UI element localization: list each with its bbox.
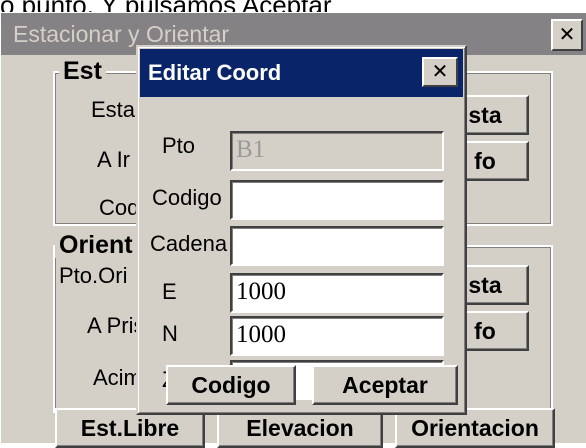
station-info-button-label: fo bbox=[474, 147, 496, 174]
azimuth-label: Acim bbox=[93, 365, 142, 390]
station-label: Esta bbox=[91, 97, 136, 122]
station-list-button-label: sta bbox=[468, 101, 502, 128]
main-close-button[interactable]: ✕ bbox=[551, 19, 583, 51]
orientation-group-legend: Orient bbox=[55, 232, 137, 258]
codigo-button-label: Codigo bbox=[191, 371, 271, 398]
codigo-button[interactable]: Codigo bbox=[166, 365, 296, 405]
elevation-button-label: Elevacion bbox=[246, 414, 354, 441]
cadena-label: Cadena bbox=[150, 231, 228, 256]
aceptar-button-label: Aceptar bbox=[342, 371, 428, 398]
orientation-button-label: Orientacion bbox=[411, 414, 539, 441]
station-group-legend: Est bbox=[59, 58, 106, 84]
main-window-title: Estacionar y Orientar bbox=[13, 21, 230, 47]
cadena-field[interactable] bbox=[230, 226, 444, 266]
dialog-titlebar: Editar Coord bbox=[140, 49, 463, 97]
e-field[interactable]: 1000 bbox=[230, 273, 444, 313]
orientation-info-button-label: fo bbox=[474, 317, 496, 344]
dialog-close-button[interactable]: ✕ bbox=[422, 57, 458, 87]
edit-coord-dialog: Editar Coord ✕ Pto B1 Codigo Cadena E 10… bbox=[136, 45, 467, 415]
codigo-field[interactable] bbox=[230, 180, 444, 220]
aceptar-button[interactable]: Aceptar bbox=[312, 365, 458, 405]
pto-label: Pto bbox=[162, 133, 196, 158]
n-field[interactable]: 1000 bbox=[230, 316, 444, 356]
instrument-height-label: A Ir bbox=[97, 147, 131, 172]
n-label: N bbox=[162, 321, 178, 346]
station-code-label: Cod bbox=[99, 195, 140, 220]
orientation-point-label: Pto.Ori bbox=[59, 263, 128, 288]
close-icon: ✕ bbox=[431, 59, 449, 83]
free-station-button-label: Est.Libre bbox=[80, 414, 180, 441]
e-label: E bbox=[162, 279, 177, 304]
dialog-title: Editar Coord bbox=[148, 60, 282, 85]
close-icon: ✕ bbox=[558, 22, 576, 46]
pto-field: B1 bbox=[230, 131, 444, 171]
orientation-list-button-label: sta bbox=[468, 271, 502, 298]
codigo-label: Codigo bbox=[152, 185, 222, 210]
